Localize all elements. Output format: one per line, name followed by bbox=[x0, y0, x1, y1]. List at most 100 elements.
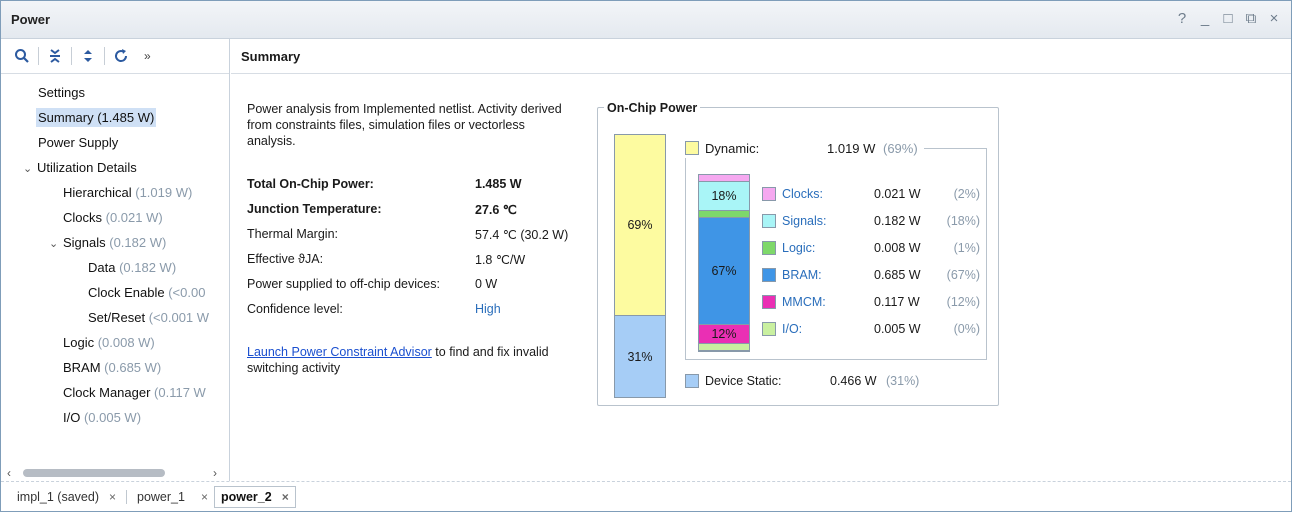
breakdown-row: I/O: 0.005 W (0%) bbox=[762, 319, 980, 339]
stat-thermal-margin: Thermal Margin: 57.4 ℃ (30.2 W) bbox=[247, 227, 597, 252]
tree-item-label: Clock Enable bbox=[88, 285, 165, 300]
confidence-link[interactable]: High bbox=[475, 302, 501, 327]
breakdown-name-link[interactable]: Logic: bbox=[782, 241, 874, 255]
stat-key: Effective ϑJA: bbox=[247, 252, 324, 266]
tree-item-clock-manager[interactable]: Clock Manager (0.117 W bbox=[1, 380, 229, 405]
tab-power-1[interactable]: power_1 bbox=[131, 486, 191, 508]
chevron-down-icon[interactable]: ⌄ bbox=[23, 157, 37, 182]
tree-toolbar: » bbox=[1, 39, 229, 74]
breakdown-bar-label: 67% bbox=[711, 263, 737, 278]
help-icon[interactable]: ? bbox=[1175, 10, 1189, 27]
tree-item-io[interactable]: I/O (0.005 W) bbox=[1, 405, 229, 430]
maximize-icon[interactable]: □ bbox=[1221, 10, 1235, 27]
toolbar-separator bbox=[71, 47, 72, 65]
stat-value: 0 W bbox=[475, 277, 498, 291]
close-icon[interactable]: × bbox=[1267, 10, 1281, 27]
dynamic-breakdown-bar: 18% 67% 12% bbox=[698, 174, 750, 352]
window-controls: ? _ □ ⧉ × bbox=[1175, 10, 1281, 27]
tree-item-signals[interactable]: ⌄ Signals (0.182 W) bbox=[1, 230, 229, 255]
tree-item-label: Utilization Details bbox=[37, 160, 137, 175]
stat-key: Total On-Chip Power: bbox=[247, 177, 374, 191]
stat-key: Junction Temperature: bbox=[247, 202, 382, 216]
breakdown-swatch bbox=[762, 187, 776, 201]
toolbar-separator bbox=[38, 47, 39, 65]
title-bar: Power ? _ □ ⧉ × bbox=[1, 1, 1291, 39]
stat-key: Thermal Margin: bbox=[247, 227, 338, 241]
breakdown-row: BRAM: 0.685 W (67%) bbox=[762, 265, 980, 285]
summary-pane: Summary Power analysis from Implemented … bbox=[231, 39, 1291, 481]
tree-item-value: (1.019 W) bbox=[131, 185, 193, 200]
scroll-right-icon[interactable]: › bbox=[213, 466, 223, 480]
breakdown-value: 0.008 W bbox=[874, 241, 921, 255]
breakdown-name-link[interactable]: BRAM: bbox=[782, 268, 874, 282]
more-icon[interactable]: » bbox=[144, 49, 151, 63]
search-icon[interactable] bbox=[9, 43, 35, 69]
tree-item-label: I/O bbox=[63, 410, 81, 425]
breakdown-name-link[interactable]: MMCM: bbox=[782, 295, 874, 309]
tab-power-1-close: × bbox=[191, 486, 214, 508]
static-legend: Device Static: 0.466 W (31%) bbox=[685, 374, 919, 388]
tree-item-logic[interactable]: Logic (0.008 W) bbox=[1, 330, 229, 355]
tree-item-value: (0.685 W) bbox=[100, 360, 162, 375]
tab-power-2[interactable]: power_2 × bbox=[213, 485, 296, 508]
tree-item-label: BRAM bbox=[63, 360, 101, 375]
breakdown-pct: (12%) bbox=[946, 295, 980, 309]
tree-item-label: Signals bbox=[63, 235, 106, 250]
tree-item-settings[interactable]: Settings bbox=[1, 80, 229, 105]
static-bar-label: 31% bbox=[627, 349, 653, 364]
stat-key: Confidence level: bbox=[247, 302, 343, 316]
breakdown-swatch bbox=[762, 322, 776, 336]
static-bar-segment: 31% bbox=[615, 316, 665, 397]
breakdown-value: 0.021 W bbox=[874, 187, 921, 201]
power-window: Power ? _ □ ⧉ × » Settings Summary (1.48… bbox=[0, 0, 1292, 512]
dynamic-label: Dynamic: bbox=[705, 140, 760, 156]
breakdown-pct: (2%) bbox=[953, 187, 980, 201]
close-tab-icon[interactable]: × bbox=[109, 490, 116, 504]
tree-item-clock-enable[interactable]: Clock Enable (<0.00 bbox=[1, 280, 229, 305]
summary-tree: Settings Summary (1.485 W) Power Supply … bbox=[1, 74, 229, 442]
tree-item-label: Clocks bbox=[63, 210, 103, 225]
tree-item-utilization-details[interactable]: ⌄ Utilization Details bbox=[1, 155, 229, 180]
power-stats: Total On-Chip Power: 1.485 W Junction Te… bbox=[247, 177, 597, 327]
close-tab-icon[interactable]: × bbox=[282, 490, 289, 504]
tree-item-bram[interactable]: BRAM (0.685 W) bbox=[1, 355, 229, 380]
float-icon[interactable]: ⧉ bbox=[1244, 10, 1258, 27]
breakdown-swatch bbox=[762, 214, 776, 228]
tree-item-set-reset[interactable]: Set/Reset (<0.001 W bbox=[1, 305, 229, 330]
breakdown-name-link[interactable]: Signals: bbox=[782, 214, 874, 228]
static-swatch bbox=[685, 374, 699, 388]
dynamic-value: 1.019 W bbox=[827, 140, 876, 156]
tree-item-label: Clock Manager bbox=[63, 385, 151, 400]
chevron-down-icon[interactable]: ⌄ bbox=[49, 232, 63, 257]
breakdown-name-link[interactable]: I/O: bbox=[782, 322, 874, 336]
collapse-all-icon[interactable] bbox=[42, 43, 68, 69]
launch-advisor-link[interactable]: Launch Power Constraint Advisor bbox=[247, 345, 432, 359]
tree-item-clocks[interactable]: Clocks (0.021 W) bbox=[1, 205, 229, 230]
tree-item-hierarchical[interactable]: Hierarchical (1.019 W) bbox=[1, 180, 229, 205]
breakdown-name-link[interactable]: Clocks: bbox=[782, 187, 874, 201]
breakdown-bar-segment bbox=[699, 210, 749, 219]
close-tab-icon[interactable]: × bbox=[201, 490, 208, 504]
minimize-icon[interactable]: _ bbox=[1198, 10, 1212, 27]
summary-description: Power analysis from Implemented netlist.… bbox=[247, 102, 562, 148]
breakdown-swatch bbox=[762, 295, 776, 309]
horizontal-scrollbar[interactable]: ‹ › bbox=[1, 465, 229, 481]
breakdown-bar-label: 12% bbox=[711, 326, 737, 341]
scroll-left-icon[interactable]: ‹ bbox=[7, 466, 17, 480]
tree-item-value: (<0.00 bbox=[164, 285, 206, 300]
total-power-bar: 69% 31% bbox=[614, 134, 666, 398]
tree-item-data[interactable]: Data (0.182 W) bbox=[1, 255, 229, 280]
breakdown-bar-segment: 12% bbox=[699, 324, 749, 344]
refresh-icon[interactable] bbox=[108, 43, 134, 69]
tree-item-power-supply[interactable]: Power Supply bbox=[1, 130, 229, 155]
breakdown-row: MMCM: 0.117 W (12%) bbox=[762, 292, 980, 312]
tab-label: power_2 bbox=[220, 489, 272, 504]
on-chip-power-title: On-Chip Power bbox=[604, 101, 701, 115]
tab-impl-1[interactable]: impl_1 (saved) × bbox=[11, 486, 122, 508]
stat-effective-theta-ja: Effective ϑJA: 1.8 ℃/W bbox=[247, 252, 597, 277]
static-label: Device Static: bbox=[705, 374, 782, 388]
scrollbar-thumb[interactable] bbox=[23, 469, 165, 477]
breakdown-pct: (18%) bbox=[946, 214, 980, 228]
tree-item-summary[interactable]: Summary (1.485 W) bbox=[1, 105, 229, 130]
expand-all-icon[interactable] bbox=[75, 43, 101, 69]
